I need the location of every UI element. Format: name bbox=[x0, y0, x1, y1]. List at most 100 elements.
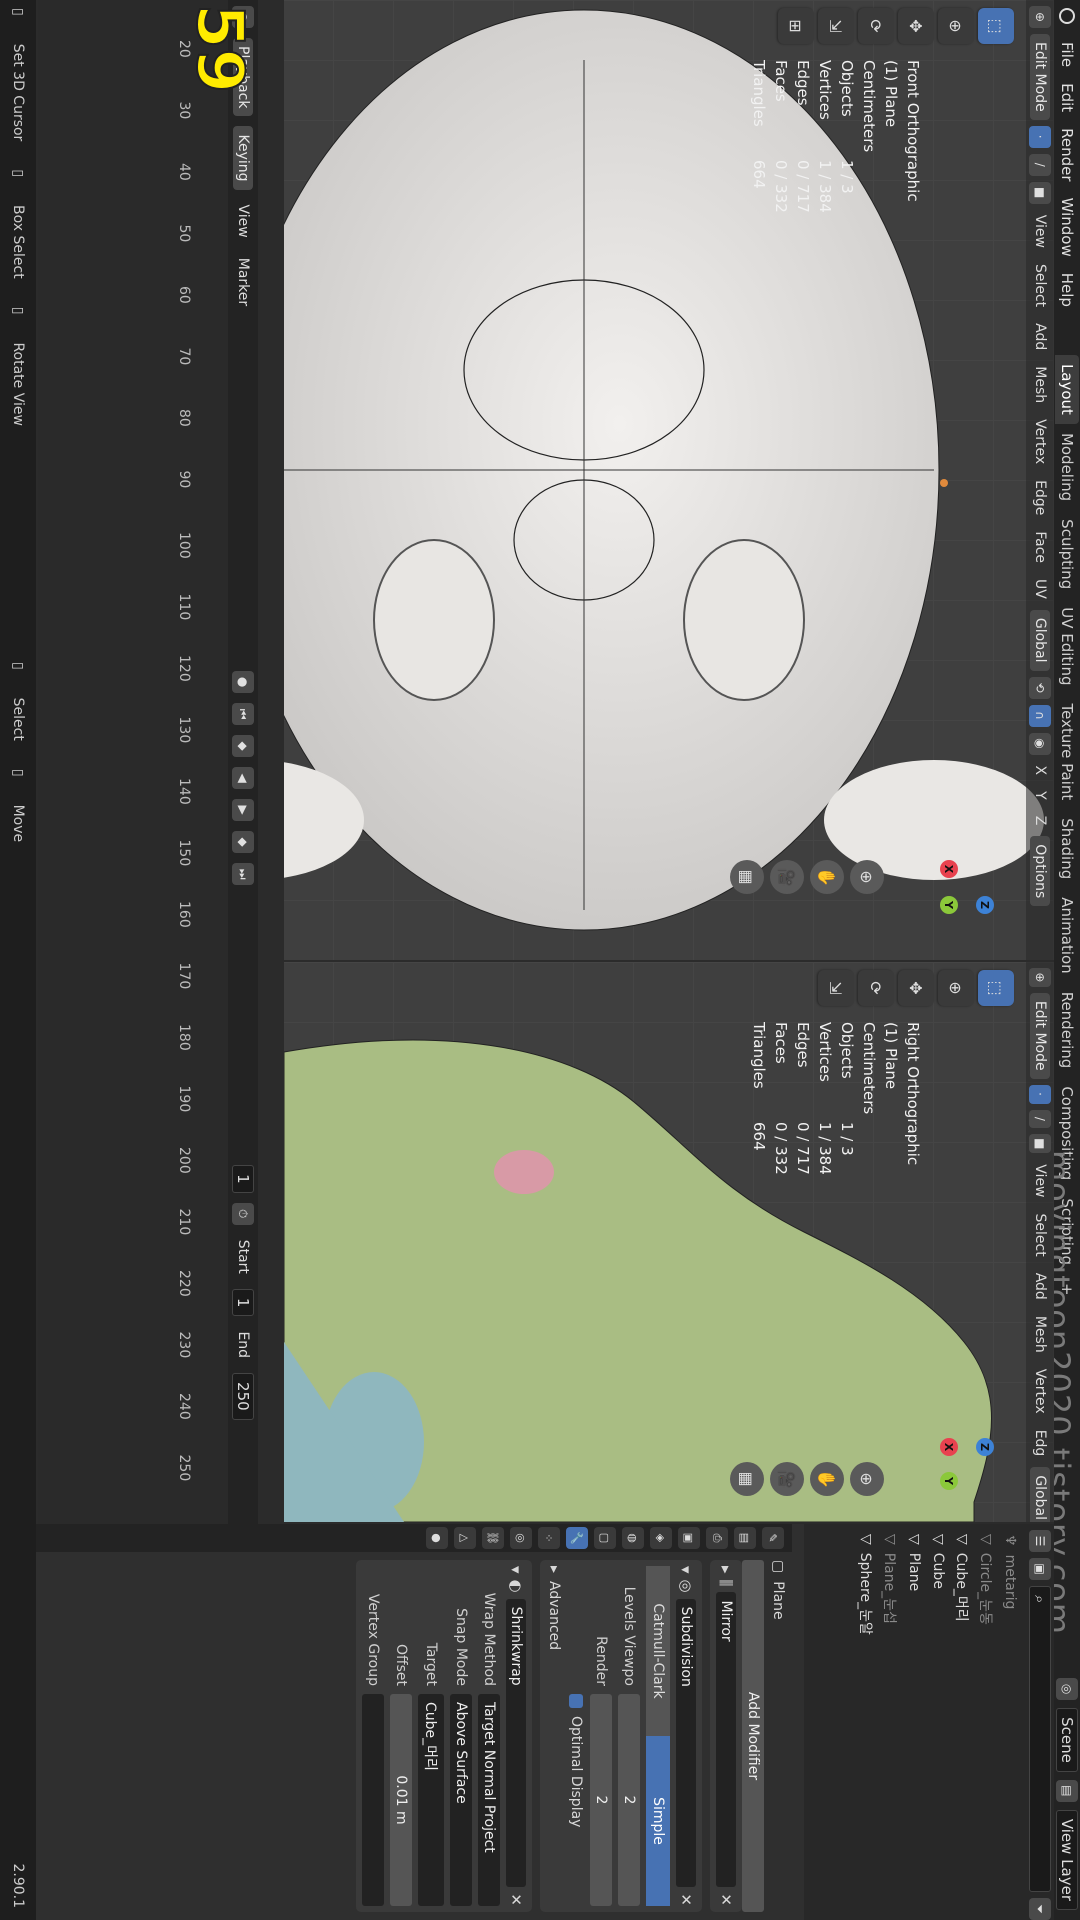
orientation-dropdown[interactable]: Global bbox=[1030, 609, 1050, 671]
menu-add[interactable]: Add bbox=[1032, 318, 1048, 355]
world-tab-icon[interactable]: ◍ bbox=[622, 1527, 644, 1549]
jump-end-icon[interactable]: ⏭ bbox=[232, 863, 254, 886]
menu-face[interactable]: Face bbox=[1032, 526, 1048, 568]
axis-y[interactable]: Y bbox=[940, 896, 958, 914]
expand-arrow-icon[interactable]: ▾ bbox=[507, 1566, 525, 1574]
nav-gizmo-front[interactable]: Z X Y bbox=[904, 860, 994, 950]
modifier-close-icon[interactable]: ✕ bbox=[717, 1893, 735, 1906]
blender-logo-icon[interactable] bbox=[1059, 8, 1075, 24]
viewport-front[interactable]: ⊕ Edit Mode · / ■ View Select Add Mesh V… bbox=[284, 0, 1054, 960]
rotate-tool[interactable]: ⟳ bbox=[858, 970, 894, 1006]
zoom-icon[interactable]: ⊕ bbox=[850, 1462, 884, 1496]
tool-tab-icon[interactable]: ✎ bbox=[762, 1527, 784, 1549]
tab-sculpting[interactable]: Sculpting bbox=[1055, 510, 1079, 598]
scale-tool[interactable]: ⇲ bbox=[818, 8, 854, 44]
play-icon[interactable]: ▶ bbox=[232, 799, 254, 822]
stopwatch-icon[interactable]: ⏱ bbox=[232, 1202, 254, 1225]
ortho-grid-icon[interactable]: ▦ bbox=[730, 1462, 764, 1496]
menu-select[interactable]: Select bbox=[1032, 1209, 1048, 1262]
menu-view[interactable]: View bbox=[1032, 1159, 1048, 1202]
mirror-x[interactable]: X bbox=[1032, 761, 1048, 781]
editor-type-icon[interactable]: ⊕ bbox=[1029, 968, 1051, 987]
axis-z[interactable]: Z bbox=[976, 896, 994, 914]
modifier-close-icon[interactable]: ✕ bbox=[507, 1893, 525, 1906]
pan-icon[interactable]: ✋ bbox=[810, 1462, 844, 1496]
snap-mode-dropdown[interactable]: Above Surface bbox=[450, 1694, 472, 1906]
levels-viewport-field[interactable]: 2 bbox=[618, 1694, 640, 1906]
outliner-item[interactable]: ▽ Cube_머리 bbox=[950, 1534, 974, 1910]
physics-tab-icon[interactable]: ◎ bbox=[510, 1527, 532, 1549]
catmull-clark-option[interactable]: Catmull-Clark bbox=[646, 1566, 670, 1736]
axis-y[interactable]: Y bbox=[940, 1472, 958, 1490]
view-layer-field[interactable]: View Layer bbox=[1056, 1809, 1078, 1910]
expand-arrow-icon[interactable]: ▸ bbox=[717, 1566, 735, 1574]
edge-select-icon[interactable]: / bbox=[1029, 1109, 1051, 1129]
offset-field[interactable]: 0.01 m bbox=[390, 1694, 412, 1906]
outliner-editor-icon[interactable]: ☰ bbox=[1029, 1530, 1051, 1552]
move-tool[interactable]: ✥ bbox=[898, 8, 934, 44]
end-frame-field[interactable]: 250 bbox=[232, 1373, 254, 1420]
menu-vertex[interactable]: Vertex bbox=[1032, 1364, 1048, 1419]
face-select-icon[interactable]: ■ bbox=[1029, 1134, 1051, 1154]
timeline-ruler[interactable]: 20 30 40 50 60 70 80 90 100 110 120 130 140 150 160 170… bbox=[168, 0, 196, 1524]
move-tool[interactable]: ✥ bbox=[898, 970, 934, 1006]
menu-edge[interactable]: Edg bbox=[1032, 1425, 1048, 1462]
timeline-marker-menu[interactable]: Marker bbox=[235, 253, 251, 311]
menu-edge[interactable]: Edge bbox=[1032, 475, 1048, 520]
viewport-right[interactable]: ⊕ Edit Mode · / ■ View Select Add Mesh V… bbox=[284, 962, 1054, 1522]
record-icon[interactable]: ● bbox=[232, 671, 254, 694]
outliner-item[interactable]: ▽ Cube bbox=[926, 1534, 950, 1910]
tab-uv-editing[interactable]: UV Editing bbox=[1055, 598, 1079, 694]
advanced-expand-icon[interactable]: ▸ bbox=[546, 1566, 562, 1573]
data-tab-icon[interactable]: △ bbox=[454, 1527, 476, 1549]
options-dropdown[interactable]: Options bbox=[1030, 836, 1050, 907]
menu-vertex[interactable]: Vertex bbox=[1032, 414, 1048, 469]
mirror-y[interactable]: Y bbox=[1032, 786, 1048, 805]
menu-file[interactable]: File bbox=[1058, 34, 1076, 75]
display-mode-icon[interactable]: ▣ bbox=[1029, 1558, 1051, 1580]
menu-window[interactable]: Window bbox=[1058, 190, 1076, 265]
expand-arrow-icon[interactable]: ▾ bbox=[677, 1566, 695, 1574]
tab-layout[interactable]: Layout bbox=[1055, 354, 1079, 424]
menu-view[interactable]: View bbox=[1032, 210, 1048, 253]
face-select-icon[interactable]: ■ bbox=[1029, 181, 1051, 204]
vertex-select-icon[interactable]: · bbox=[1029, 125, 1051, 148]
proportional-edit-icon[interactable]: ◉ bbox=[1029, 732, 1051, 755]
wrap-method-dropdown[interactable]: Target Normal Project bbox=[478, 1694, 500, 1906]
simple-option[interactable]: Simple bbox=[646, 1736, 670, 1906]
play-reverse-icon[interactable]: ◀ bbox=[232, 767, 254, 790]
start-frame-field[interactable]: 1 bbox=[232, 1288, 254, 1317]
menu-uv[interactable]: UV bbox=[1032, 574, 1048, 604]
render-tab-icon[interactable]: ▤ bbox=[734, 1527, 756, 1549]
modifier-tab-icon[interactable]: 🔧 bbox=[566, 1527, 588, 1549]
target-field[interactable]: Cube_머리 bbox=[418, 1694, 444, 1906]
editor-type-icon[interactable]: ⊕ bbox=[1029, 6, 1051, 28]
tab-animation[interactable]: Animation bbox=[1055, 888, 1079, 982]
object-tab-icon[interactable]: ▢ bbox=[594, 1527, 616, 1549]
mode-dropdown[interactable]: Edit Mode bbox=[1030, 992, 1050, 1079]
tab-rendering[interactable]: Rendering bbox=[1055, 983, 1079, 1078]
render-levels-field[interactable]: 2 bbox=[590, 1694, 612, 1906]
view-layer-tab-icon[interactable]: ▣ bbox=[678, 1527, 700, 1549]
optimal-display-checkbox[interactable] bbox=[569, 1694, 583, 1708]
tab-modeling[interactable]: Modeling bbox=[1055, 424, 1079, 510]
mode-dropdown[interactable]: Edit Mode bbox=[1030, 34, 1050, 120]
menu-render[interactable]: Render bbox=[1058, 120, 1076, 189]
outliner-item[interactable]: ▽ Plane bbox=[902, 1534, 926, 1910]
axis-z[interactable]: Z bbox=[976, 1438, 994, 1456]
outliner-search[interactable]: ⌕ bbox=[1029, 1586, 1051, 1892]
menu-help[interactable]: Help bbox=[1058, 265, 1076, 315]
select-box-tool[interactable]: ⬚ bbox=[978, 970, 1014, 1006]
tab-shading[interactable]: Shading bbox=[1055, 809, 1079, 888]
ortho-grid-icon[interactable]: ▦ bbox=[730, 860, 764, 894]
axis-x[interactable]: X bbox=[940, 860, 958, 878]
keying-dropdown[interactable]: Keying bbox=[233, 126, 253, 190]
snap-icon[interactable]: ∩ bbox=[1029, 704, 1051, 727]
outliner-item[interactable]: ♆ metarig bbox=[998, 1534, 1022, 1910]
prev-key-icon[interactable]: ◆ bbox=[232, 735, 254, 758]
constraints-tab-icon[interactable]: ⛓ bbox=[482, 1527, 504, 1549]
output-tab-icon[interactable]: ⎙ bbox=[706, 1527, 728, 1549]
nav-gizmo-right[interactable]: Z X Y bbox=[904, 1402, 994, 1492]
menu-mesh[interactable]: Mesh bbox=[1032, 361, 1048, 408]
transform-tool[interactable]: ⊞ bbox=[778, 8, 814, 44]
